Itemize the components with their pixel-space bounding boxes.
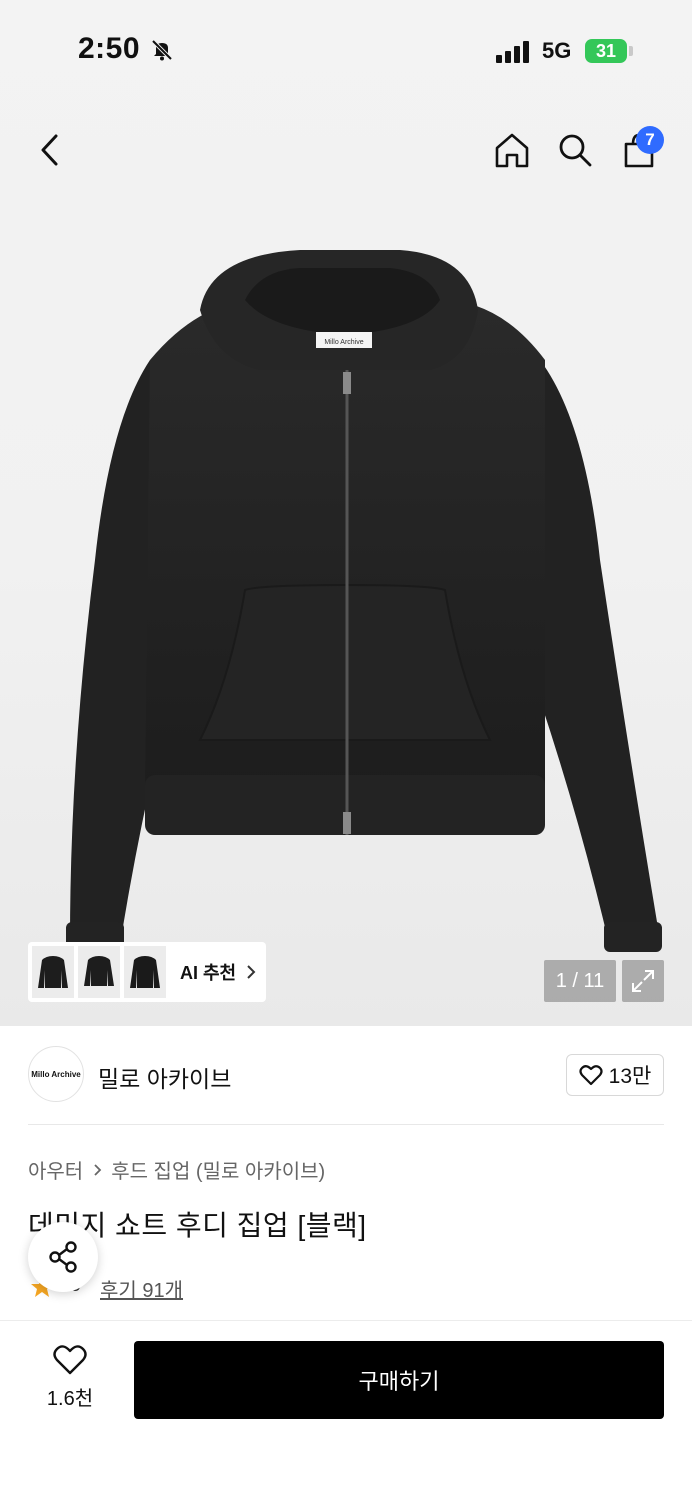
thumbnail-3[interactable] xyxy=(124,946,166,998)
search-icon xyxy=(559,134,592,167)
breadcrumb-category[interactable]: 아우터 xyxy=(28,1155,83,1184)
wishlist-button[interactable]: 1.6천 xyxy=(34,1344,106,1411)
home-button[interactable] xyxy=(489,127,535,173)
brand-logo-text: Millo Archive xyxy=(31,1069,81,1079)
breadcrumb: 아우터 후드 집업 (밀로 아카이브) xyxy=(28,1155,325,1184)
svg-text:Millo Archive: Millo Archive xyxy=(324,339,363,346)
ai-recommendation-strip[interactable]: AI 추천 xyxy=(28,942,266,1002)
brand-like-button[interactable]: 13만 xyxy=(566,1054,664,1096)
silent-bell-icon xyxy=(151,39,173,61)
home-icon xyxy=(495,133,529,168)
thumbnail-1[interactable] xyxy=(32,946,74,998)
thumbnail-2[interactable] xyxy=(78,946,120,998)
hoodie-thumb-icon xyxy=(38,956,68,988)
breadcrumb-subcategory[interactable]: 후드 집업 (밀로 아카이브) xyxy=(111,1155,325,1184)
search-button[interactable] xyxy=(552,127,598,173)
signal-icon xyxy=(496,41,529,63)
hoodie-thumb-icon xyxy=(130,956,160,988)
battery-cap xyxy=(629,46,633,56)
chevron-right-icon xyxy=(247,965,256,979)
status-time: 2:50 xyxy=(78,32,141,65)
brand-name[interactable]: 밀로 아카이브 xyxy=(98,1060,231,1094)
battery-level: 31 xyxy=(595,40,617,61)
heart-icon xyxy=(579,1065,603,1086)
chevron-right-icon xyxy=(93,1163,103,1177)
network-label: 5G xyxy=(542,38,572,63)
share-icon xyxy=(49,1241,77,1273)
ai-recommend-label: AI 추천 xyxy=(180,963,237,983)
expand-button[interactable] xyxy=(622,960,664,1002)
divider xyxy=(28,1124,664,1125)
wishlist-count: 1.6천 xyxy=(46,1388,94,1410)
cart-count-badge: 7 xyxy=(636,126,664,154)
product-image-area[interactable]: Millo Archive 2:50 5G 31 7 AI 추천 1 / 11 xyxy=(0,0,692,1026)
back-button[interactable] xyxy=(26,127,72,173)
battery-icon: 31 xyxy=(585,39,627,63)
chevron-left-icon xyxy=(41,134,58,166)
brand-like-count: 13만 xyxy=(608,1065,652,1088)
share-button[interactable] xyxy=(28,1222,98,1292)
hoodie-thumb-icon xyxy=(84,956,114,986)
image-counter: 1 / 11 xyxy=(544,960,616,1002)
expand-icon xyxy=(632,970,654,992)
review-link[interactable]: 후기 91개 xyxy=(100,1274,183,1303)
buy-button[interactable]: 구매하기 xyxy=(134,1341,664,1419)
brand-logo[interactable]: Millo Archive xyxy=(28,1046,84,1102)
heart-icon xyxy=(53,1345,87,1375)
